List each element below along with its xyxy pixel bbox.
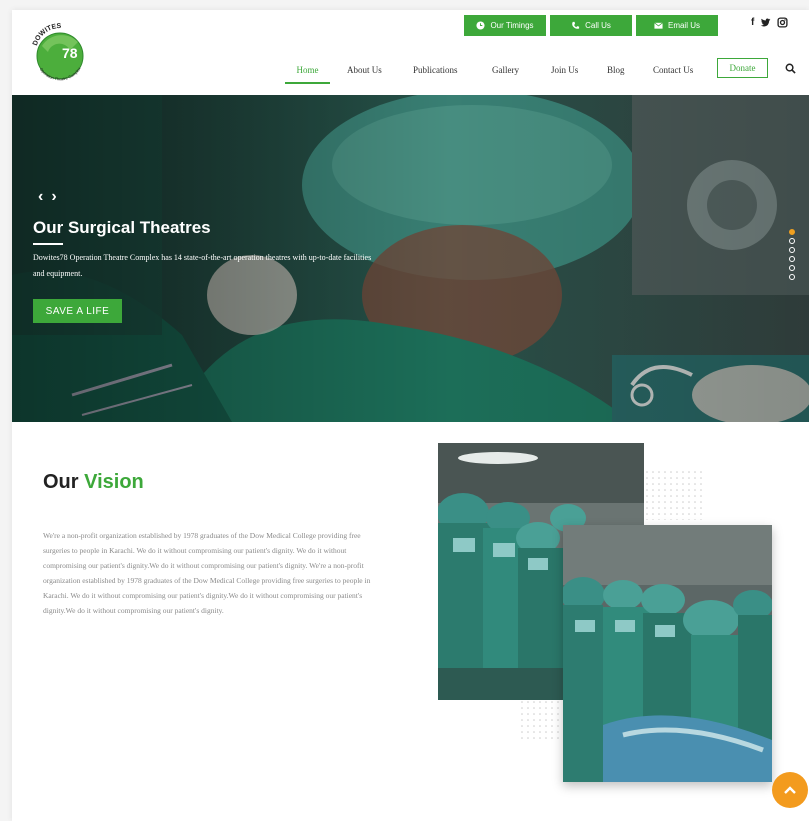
slider-pagination <box>789 229 795 280</box>
slider-dot-3[interactable] <box>789 247 795 253</box>
donate-button[interactable]: Donate <box>717 58 768 78</box>
hero-title-underline <box>33 243 63 245</box>
vision-title-accent: Vision <box>84 471 144 493</box>
slider-dot-5[interactable] <box>789 265 795 271</box>
clock-icon <box>476 21 485 30</box>
vision-photo-front <box>563 525 772 782</box>
call-us-label: Call Us <box>585 21 611 30</box>
our-timings-button[interactable]: Our Timings <box>464 15 546 36</box>
hero-description: Dowites78 Operation Theatre Complex has … <box>33 253 372 278</box>
email-us-button[interactable]: Email Us <box>636 15 718 36</box>
facebook-icon[interactable]: f <box>751 17 754 28</box>
nav-home[interactable]: Home <box>285 58 330 84</box>
call-us-button[interactable]: Call Us <box>550 15 632 36</box>
nav-blog[interactable]: Blog <box>607 58 625 82</box>
mail-icon <box>654 22 663 29</box>
social-links: f <box>751 17 788 28</box>
vision-body: We're a non-profit organization establis… <box>43 531 371 615</box>
slider-dot-6[interactable] <box>789 274 795 280</box>
vision-title-plain: Our <box>43 471 85 493</box>
scroll-to-top-button[interactable] <box>772 772 808 808</box>
nav-join-us[interactable]: Join Us <box>551 58 578 82</box>
vision-title: Our Vision <box>43 471 144 494</box>
instagram-icon[interactable] <box>777 17 788 28</box>
hero-title-rest: Surgical Theatres <box>63 218 211 237</box>
twitter-icon[interactable] <box>760 17 771 28</box>
email-us-label: Email Us <box>667 21 700 30</box>
search-icon[interactable] <box>785 63 796 74</box>
decorative-dot-grid-2 <box>520 700 565 740</box>
hero-slider: ‹ › Our Surgical Theatres Dowites78 Oper… <box>12 95 809 422</box>
nav-about-us[interactable]: About Us <box>347 58 382 82</box>
save-a-life-button[interactable]: SAVE A LIFE <box>33 299 122 323</box>
hero-title-bold: Our <box>33 218 64 237</box>
utility-bar: Our Timings Call Us Email Us <box>464 15 718 36</box>
nav-publications[interactable]: Publications <box>413 58 458 82</box>
chevron-up-icon <box>784 786 796 794</box>
hero-title: Our Surgical Theatres <box>33 218 211 238</box>
nav-contact-us[interactable]: Contact Us <box>653 58 693 82</box>
nav-gallery[interactable]: Gallery <box>492 58 519 82</box>
prev-slide-icon[interactable]: ‹ <box>38 188 43 206</box>
our-timings-label: Our Timings <box>490 21 534 30</box>
phone-icon <box>572 21 580 29</box>
slider-dot-4[interactable] <box>789 256 795 262</box>
slider-dot-1[interactable] <box>789 229 795 235</box>
slider-arrows: ‹ › <box>38 188 57 206</box>
next-slide-icon[interactable]: › <box>51 188 56 206</box>
main-nav: Home About Us Publications Gallery Join … <box>0 58 809 84</box>
slider-dot-2[interactable] <box>789 238 795 244</box>
decorative-dot-grid <box>645 470 705 520</box>
